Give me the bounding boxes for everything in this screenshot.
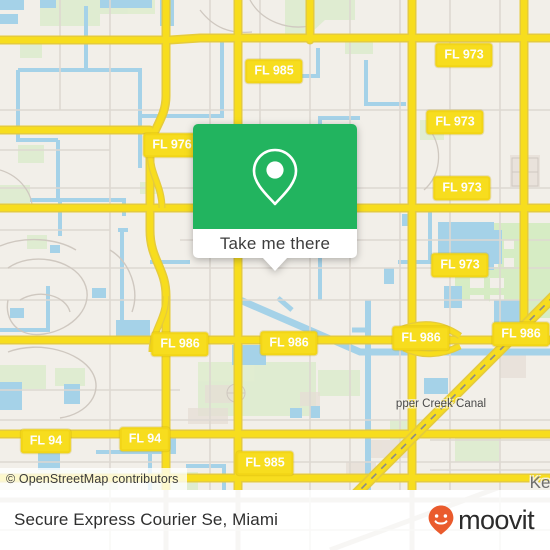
road-shield: FL 973 <box>435 43 493 67</box>
road-shield: FL 94 <box>20 429 72 453</box>
road-shield: FL 986 <box>260 331 318 355</box>
road-shield: FL 973 <box>426 110 484 134</box>
moovit-station-page: FL 985 FL 973 FL 976 FL 973 FL 973 FL 973 FL 9… <box>0 0 550 550</box>
map-pin-icon <box>252 148 298 205</box>
road-shield: FL 986 <box>492 322 550 346</box>
bottom-info-bar: Secure Express Courier Se, Miami moovit <box>0 490 550 550</box>
road-shield: FL 986 <box>392 326 450 350</box>
take-me-there-label: Take me there <box>219 233 331 253</box>
road-shield: FL 973 <box>433 176 491 200</box>
callout-header <box>193 124 357 229</box>
attribution-text: © OpenStreetMap contributors <box>6 472 179 486</box>
bottom-bar-content: Secure Express Courier Se, Miami moovit <box>0 490 550 550</box>
map-text-label: pper Creek Canal <box>395 398 487 410</box>
road-shield: FL 973 <box>431 253 489 277</box>
station-callout-card[interactable]: Take me there <box>193 124 357 271</box>
moovit-wordmark: moovit <box>458 504 535 535</box>
moovit-pin-icon <box>428 505 454 535</box>
road-shield: FL 986 <box>151 332 209 356</box>
map-attribution: © OpenStreetMap contributors <box>0 468 187 490</box>
callout-action[interactable]: Take me there <box>193 229 357 258</box>
road-shield: FL 985 <box>245 59 303 83</box>
road-shield: FL 94 <box>119 427 171 451</box>
map-text-label: Ke <box>529 473 550 490</box>
moovit-logo[interactable]: moovit <box>426 504 535 536</box>
map-canvas[interactable]: FL 985 FL 973 FL 976 FL 973 FL 973 FL 973 FL 9… <box>0 0 550 490</box>
road-shield: FL 985 <box>236 451 294 475</box>
place-title: Secure Express Courier Se, Miami <box>14 510 278 529</box>
callout-pointer-tail <box>262 257 288 271</box>
